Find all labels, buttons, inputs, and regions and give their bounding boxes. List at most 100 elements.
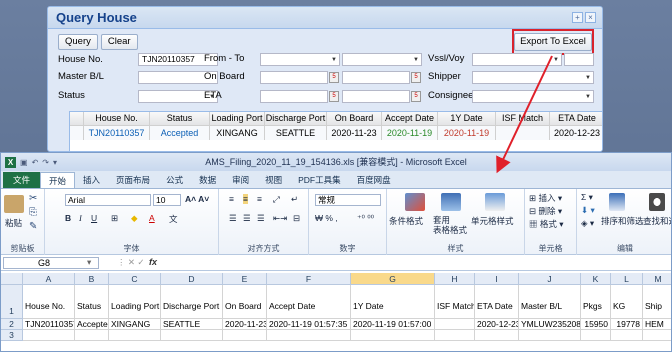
column-header[interactable]: J [519, 273, 581, 285]
delete-cells-button[interactable]: ⊟ 删除 ▾ [529, 205, 562, 217]
from-select[interactable] [260, 53, 340, 66]
merge-icon[interactable]: ⊟ [293, 213, 300, 224]
sheet-cell[interactable] [267, 330, 351, 341]
align-right-icon[interactable]: ☰ [257, 213, 265, 224]
grid-column-header[interactable]: Accept Date [382, 112, 438, 125]
row-header[interactable]: 1 [1, 285, 23, 319]
column-header[interactable]: I [475, 273, 519, 285]
column-header[interactable]: E [223, 273, 267, 285]
save-icon[interactable]: ▣ [20, 158, 28, 167]
calendar-icon[interactable]: 5 [329, 91, 339, 102]
align-top-icon[interactable]: ≡ [229, 194, 234, 204]
tab-formulas[interactable]: 公式 [158, 172, 191, 188]
find-select-label[interactable]: 查找和选择 [643, 215, 671, 227]
wrap-text-icon[interactable]: ↵ [291, 194, 298, 205]
sheet-cell[interactable]: 15950 [581, 319, 611, 330]
format-painter-icon[interactable]: ✎ [29, 221, 37, 232]
clear-icon[interactable]: ◈ ▾ [581, 218, 594, 229]
sheet-cell[interactable] [611, 330, 643, 341]
tab-view[interactable]: 视图 [257, 172, 290, 188]
conditional-format-icon[interactable] [405, 193, 425, 211]
column-header[interactable]: L [611, 273, 643, 285]
sheet-cell[interactable]: 19778 [611, 319, 643, 330]
grid-column-header[interactable]: On Board [327, 112, 382, 125]
calendar-icon[interactable]: 5 [411, 91, 421, 102]
vssl-select[interactable] [472, 53, 562, 66]
grid-column-header[interactable]: ISF Match [496, 112, 550, 125]
customize-icon[interactable]: ▾ [53, 158, 57, 167]
tab-pdf-tools[interactable]: PDF工具集 [290, 172, 349, 188]
redo-icon[interactable]: ↷ [42, 158, 49, 167]
clear-button[interactable]: Clear [100, 34, 138, 50]
sort-filter-label[interactable]: 排序和筛选 [601, 215, 644, 227]
tab-home[interactable]: 开始 [40, 172, 76, 188]
sheet-cell[interactable]: YMLUW2352082 [519, 319, 581, 330]
fill-icon[interactable]: ⬇ ▾ [581, 205, 595, 216]
sheet-cell[interactable]: HEM [643, 319, 671, 330]
grid-column-header[interactable]: Status [150, 112, 210, 125]
sheet-cell[interactable]: Accepted [75, 319, 109, 330]
sheet-cell[interactable]: ISF Match [435, 285, 475, 319]
sheet-cell[interactable]: Accept Date [267, 285, 351, 319]
sheet-cell[interactable] [351, 330, 435, 341]
column-header[interactable]: K [581, 273, 611, 285]
orientation-icon[interactable]: ⤢ [273, 194, 280, 205]
sheet-cell[interactable]: KG [611, 285, 643, 319]
align-bottom-icon[interactable]: ≡ [257, 194, 262, 204]
column-header[interactable]: C [109, 273, 161, 285]
font-name-select[interactable]: Arial [65, 194, 151, 206]
insert-function-icon[interactable]: fx [149, 257, 157, 267]
border-icon[interactable]: ⊞ [111, 213, 118, 224]
column-header[interactable]: A [23, 273, 75, 285]
sheet-cell[interactable] [109, 330, 161, 341]
column-header[interactable]: M [643, 273, 671, 285]
sheet-cell[interactable]: ETA Date [475, 285, 519, 319]
phonetic-icon[interactable]: 文 [169, 213, 178, 225]
sheet-cell[interactable]: 2020-12-23 [475, 319, 519, 330]
column-header-selected[interactable]: G [351, 273, 435, 285]
sheet-cell[interactable]: On Board [223, 285, 267, 319]
table-row[interactable]: TJN20110357 Accepted XINGANG SEATTLE 202… [70, 126, 602, 140]
tab-file[interactable]: 文件 [3, 172, 41, 188]
consignee-select[interactable] [472, 90, 594, 103]
table-format-icon[interactable] [441, 193, 461, 211]
sheet-cell[interactable]: SEATTLE [161, 319, 223, 330]
tab-review[interactable]: 审阅 [224, 172, 257, 188]
row-header[interactable]: 3 [1, 330, 23, 341]
name-box-dropdown-icon[interactable]: ▾ [87, 257, 91, 268]
grid-column-header[interactable]: House No. [84, 112, 150, 125]
sheet-cell[interactable]: 2020-11-19 01:57:00 [351, 319, 435, 330]
bold-icon[interactable]: B [65, 213, 71, 223]
tab-page-layout[interactable]: 页面布局 [108, 172, 158, 188]
align-middle-icon[interactable]: ≡ [243, 194, 248, 204]
copy-icon[interactable]: ⎘ [29, 207, 37, 218]
on-board-from-input[interactable] [260, 71, 328, 84]
insert-cells-button[interactable]: ⊞ 插入 ▾ [529, 192, 562, 204]
calendar-icon[interactable]: 5 [329, 72, 339, 83]
sort-filter-icon[interactable] [609, 193, 625, 211]
paste-icon[interactable] [4, 195, 24, 213]
close-icon[interactable]: × [585, 12, 596, 23]
sheet-cell[interactable]: XINGANG [109, 319, 161, 330]
find-icon[interactable] [649, 193, 665, 211]
currency-icon[interactable]: ₩ % , [315, 213, 338, 223]
shipper-select[interactable] [472, 71, 594, 84]
sheet-cell[interactable] [519, 330, 581, 341]
select-all-corner[interactable] [1, 273, 23, 285]
tab-insert[interactable]: 插入 [75, 172, 108, 188]
cell-style-label[interactable]: 单元格样式 [471, 215, 514, 227]
grid-column-header[interactable]: Loading Port [210, 112, 265, 125]
align-left-icon[interactable]: ☰ [229, 213, 237, 224]
sheet-cell[interactable] [161, 330, 223, 341]
sheet-cell[interactable] [223, 330, 267, 341]
sheet-cell[interactable]: Master B/L [519, 285, 581, 319]
to-select[interactable] [342, 53, 422, 66]
sheet-cell[interactable] [75, 330, 109, 341]
font-size-select[interactable]: 10 [153, 194, 181, 206]
query-button[interactable]: Query [58, 34, 98, 50]
sheet-cell[interactable] [23, 330, 75, 341]
indent-icon[interactable]: ⇤⇥ [273, 213, 287, 224]
tab-baidu-pan[interactable]: 百度网盘 [349, 172, 399, 188]
column-header[interactable]: H [435, 273, 475, 285]
paste-label[interactable]: 粘贴 [5, 217, 22, 229]
